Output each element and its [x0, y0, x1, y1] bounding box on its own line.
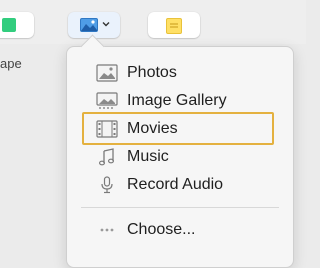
menu-item-label: Music [127, 148, 169, 165]
comment-note-icon [166, 18, 182, 34]
menu-item-label: Choose... [127, 221, 196, 238]
menu-item-label: Record Audio [127, 176, 224, 193]
menu-separator [81, 207, 279, 208]
shape-button[interactable] [0, 12, 34, 38]
microphone-icon [95, 175, 119, 195]
menu-item-label: Photos [127, 64, 177, 81]
menu-item-music[interactable]: Music [95, 145, 169, 169]
chevron-down-icon [102, 22, 110, 27]
menu-item-record-audio[interactable]: Record Audio [95, 173, 223, 197]
movie-icon [95, 119, 119, 139]
ellipsis-icon [95, 220, 119, 240]
menu-item-photos[interactable]: Photos [95, 61, 177, 85]
media-button[interactable] [68, 12, 120, 38]
media-popover-menu: Photos Image Gallery Movies Music Record… [66, 46, 294, 268]
menu-item-movies[interactable]: Movies [95, 117, 178, 141]
toolbar [0, 0, 306, 44]
shape-swatch-icon [2, 18, 16, 32]
menu-item-image-gallery[interactable]: Image Gallery [95, 89, 227, 113]
menu-item-label: Image Gallery [127, 92, 227, 109]
menu-item-choose[interactable]: Choose... [95, 218, 195, 242]
shape-button-label: ape [0, 56, 22, 71]
music-note-icon [95, 147, 119, 167]
menu-item-label: Movies [127, 120, 178, 137]
comment-button[interactable] [148, 12, 200, 38]
photos-icon [95, 63, 119, 83]
photo-icon [80, 18, 98, 32]
image-gallery-icon [95, 91, 119, 111]
